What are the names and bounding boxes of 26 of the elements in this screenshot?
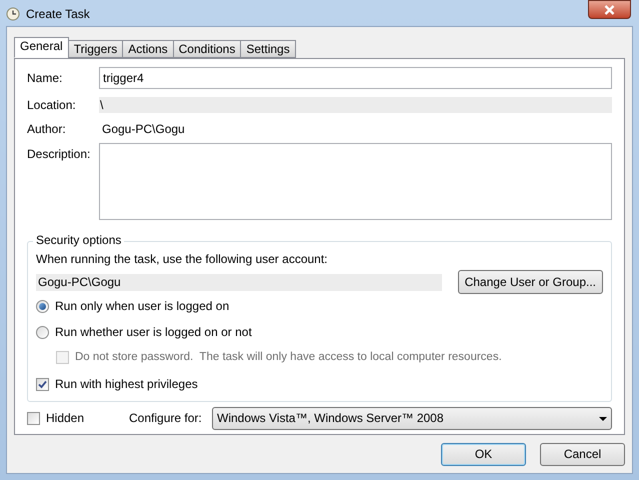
tab[interactable]: Triggers [68, 40, 124, 58]
change-user-button[interactable]: Change User or Group... [458, 270, 603, 294]
field-label: Description: [27, 146, 92, 163]
field-label: Configure for: [129, 411, 203, 426]
dialog-button[interactable]: Cancel [540, 443, 625, 466]
checkbox-label: Hidden [46, 411, 84, 426]
name-field[interactable]: trigger4 [99, 67, 612, 89]
account-prompt: When running the task, use the following user account: [36, 252, 328, 267]
author-value: Gogu-PC\Gogu [101, 122, 186, 136]
field-label: Author: [27, 122, 67, 136]
configure-dropdown[interactable]: Windows Vista™, Windows Server™ 2008 [212, 407, 612, 430]
checkbox-label: Run with highest privileges [55, 377, 198, 392]
tab[interactable]: Settings [240, 40, 296, 58]
location-value: \ [99, 97, 612, 113]
tab[interactable]: Actions [122, 40, 174, 58]
radio-label: Run only when user is logged on [55, 299, 230, 314]
checkbox-label: Do not store password. The task will only have access to local computer resources. [75, 350, 502, 365]
field-label: Location: [27, 98, 77, 112]
account-value: Gogu-PC\Gogu [36, 274, 442, 290]
window-title: Create Task [26, 6, 90, 22]
tab[interactable]: Conditions [172, 40, 242, 58]
tab[interactable]: General [14, 37, 69, 58]
dialog-button[interactable]: OK [441, 443, 526, 466]
group-title: Security options [33, 233, 124, 248]
radio-label: Run whether user is logged on or not [55, 325, 252, 340]
field-label: Name: [27, 70, 64, 86]
